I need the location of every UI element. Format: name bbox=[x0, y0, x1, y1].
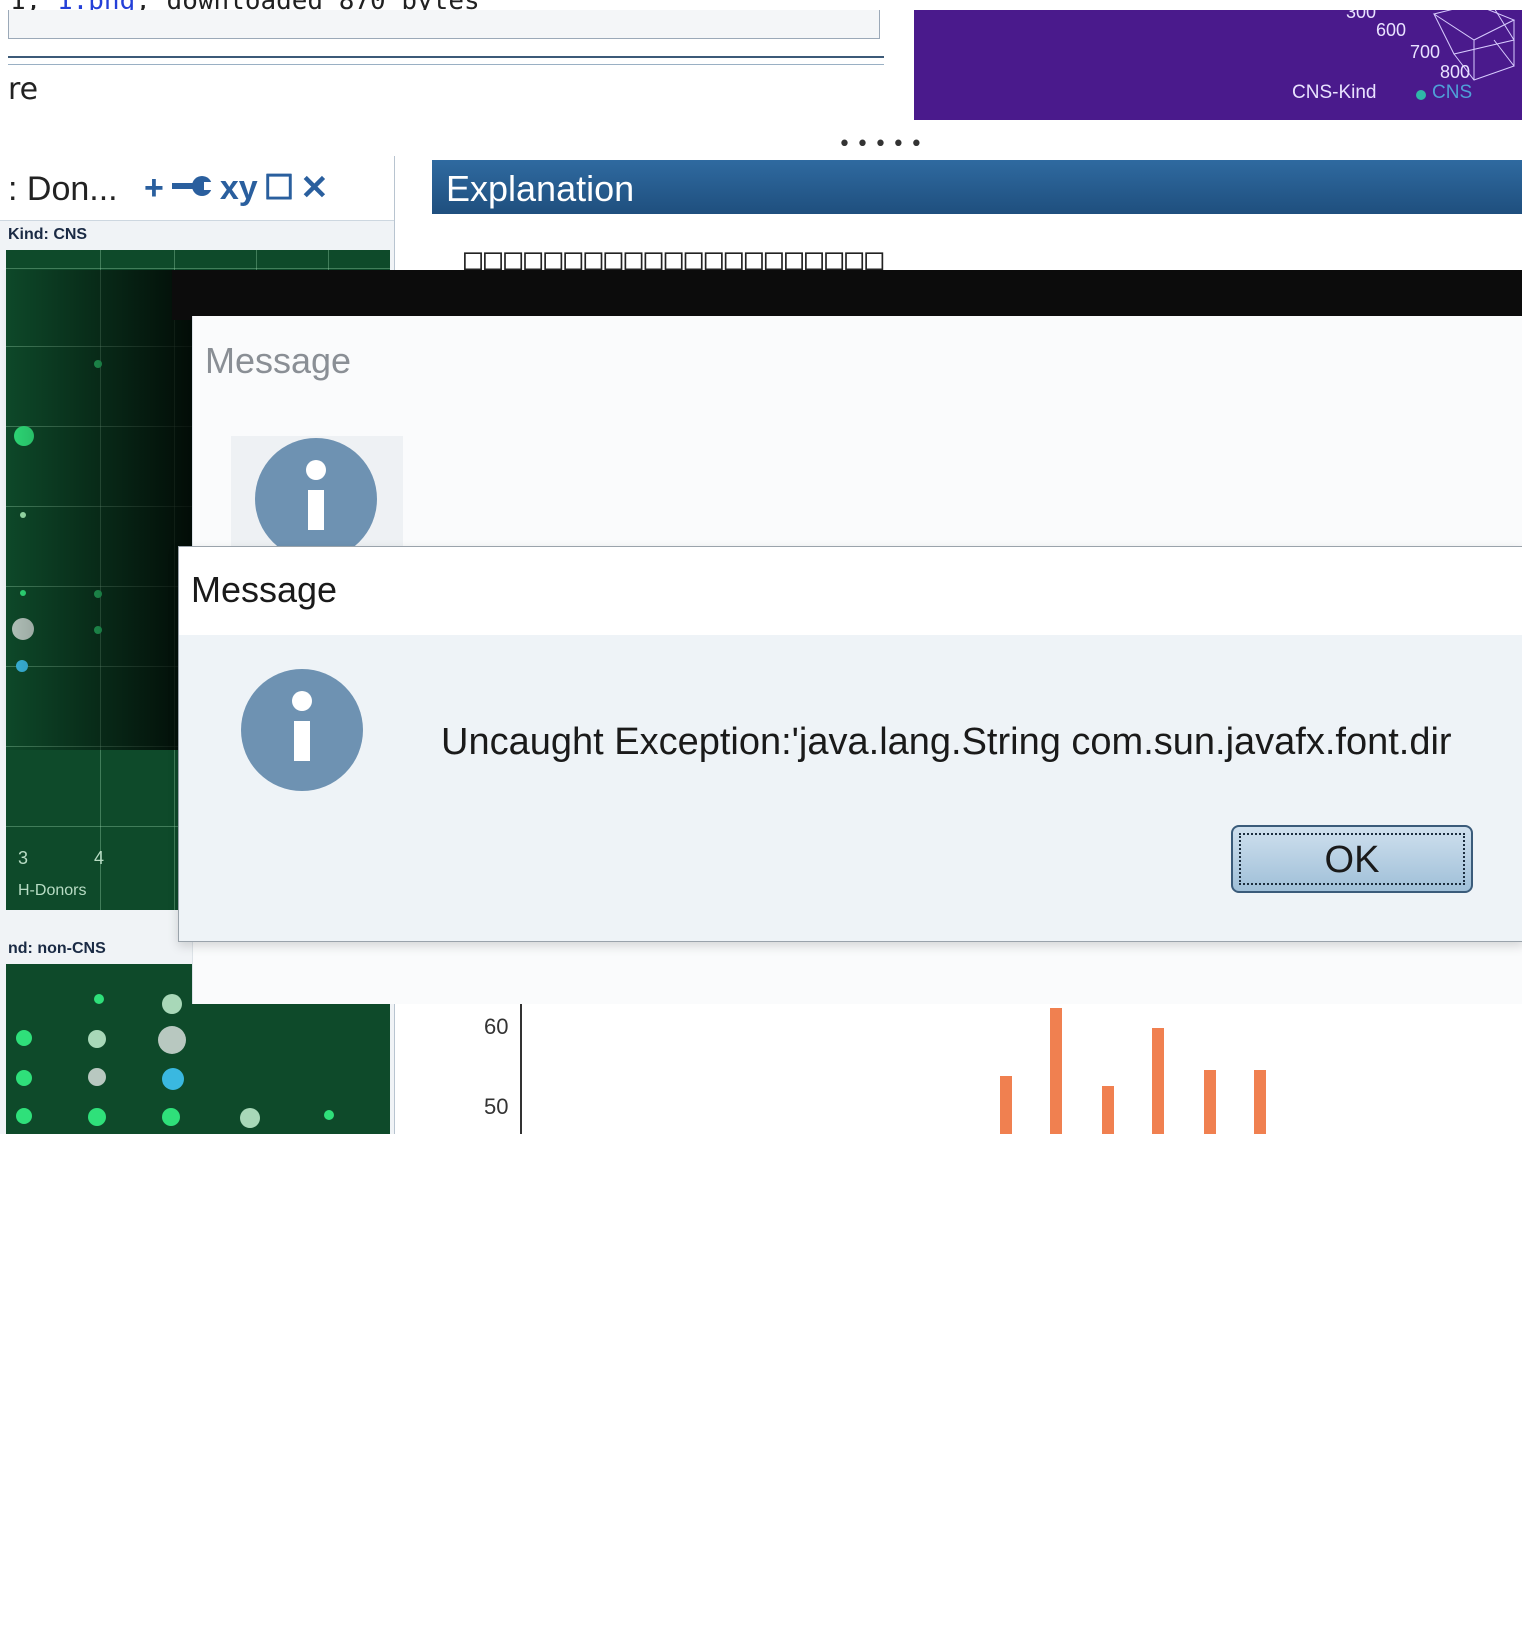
close-icon[interactable]: ✕ bbox=[300, 168, 329, 208]
data-point bbox=[88, 1068, 106, 1086]
file-link[interactable]: 1.png bbox=[57, 0, 135, 10]
data-point bbox=[16, 1030, 32, 1046]
data-point bbox=[158, 1026, 186, 1054]
plot-axes-lines bbox=[1432, 10, 1516, 81]
y-tick-label: 60 bbox=[484, 1014, 509, 1039]
gridline bbox=[6, 1304, 7, 1474]
xy-icon[interactable]: xy bbox=[220, 169, 258, 208]
data-point bbox=[162, 994, 182, 1014]
explanation-title: Explanation bbox=[446, 168, 635, 209]
histogram-bar bbox=[1204, 1070, 1216, 1134]
data-point bbox=[162, 1108, 180, 1126]
histogram-bar bbox=[1000, 1076, 1012, 1134]
divider bbox=[8, 64, 884, 65]
data-point bbox=[162, 1068, 184, 1090]
ok-button-label: OK bbox=[1324, 839, 1380, 881]
explanation-header: Explanation bbox=[432, 160, 1522, 214]
panel-title: : Don... bbox=[8, 170, 118, 208]
gridline bbox=[6, 268, 390, 269]
histogram-bar bbox=[1152, 1028, 1164, 1134]
add-icon[interactable]: + bbox=[144, 169, 164, 208]
gridline bbox=[6, 1474, 7, 1644]
x-tick-label: 4 bbox=[94, 848, 105, 868]
subplot-header: nd: non-CNS bbox=[8, 940, 106, 957]
ok-button[interactable]: OK bbox=[1231, 825, 1473, 893]
data-point bbox=[88, 1030, 106, 1048]
upper-left-panel: re bbox=[0, 10, 900, 120]
data-point bbox=[16, 1070, 32, 1086]
top-text-strip: 1, 1.png, downloaded 870 bytes bbox=[0, 0, 1522, 10]
histogram-bar bbox=[1254, 1070, 1266, 1134]
x-tick-label: 3 bbox=[18, 848, 29, 868]
x-axis-label: H-Donors bbox=[18, 882, 87, 899]
window-shadow bbox=[0, 270, 194, 750]
download-suffix: , downloaded 870 bytes bbox=[135, 0, 479, 10]
info-icon bbox=[241, 669, 363, 791]
data-point bbox=[16, 1108, 32, 1124]
data-point bbox=[88, 1108, 106, 1126]
y-axis-line bbox=[520, 988, 522, 1134]
legend-item: CNS bbox=[1432, 82, 1473, 103]
divider bbox=[8, 56, 884, 58]
upper-input-box[interactable] bbox=[8, 10, 880, 39]
tick-label: 700 bbox=[1410, 42, 1441, 62]
histogram-bar bbox=[1102, 1086, 1114, 1134]
tick-label: 800 bbox=[1440, 62, 1471, 82]
window-shadow bbox=[172, 270, 1522, 320]
info-icon bbox=[255, 438, 377, 560]
data-point bbox=[94, 994, 104, 1004]
data-point bbox=[240, 1108, 260, 1128]
histogram-bar bbox=[1050, 1008, 1062, 1134]
splitter-handle[interactable]: ••••• bbox=[838, 134, 928, 156]
tick-label: 300 bbox=[1346, 10, 1377, 22]
tick-label: 600 bbox=[1376, 20, 1407, 40]
legend-title: CNS-Kind bbox=[1292, 82, 1377, 103]
dialog-title: Message bbox=[191, 569, 338, 610]
message-dialog: Message Uncaught Exception:'java.lang.St… bbox=[178, 546, 1522, 942]
panel-header: : Don... + xy ☐ ✕ bbox=[0, 156, 394, 221]
maximize-icon[interactable]: ☐ bbox=[264, 168, 294, 208]
wrench-icon[interactable] bbox=[170, 169, 216, 208]
subplot-header: Kind: CNS bbox=[8, 226, 88, 243]
dialog-body: Uncaught Exception:'java.lang.String com… bbox=[179, 635, 1522, 941]
histogram-chart[interactable]: 60 50 bbox=[432, 988, 1522, 1134]
3d-scatter-plot[interactable]: 300 600 700 800 CNS-Kind CNS bbox=[914, 10, 1522, 120]
gridline bbox=[6, 1134, 7, 1304]
dialog-title: Message bbox=[205, 340, 352, 381]
download-status: 1, 1.png, downloaded 870 bytes bbox=[10, 0, 480, 10]
gridline bbox=[6, 964, 7, 1134]
panel-label: re bbox=[8, 72, 39, 107]
panel-toolbar: + xy ☐ ✕ bbox=[144, 168, 335, 208]
error-message: Uncaught Exception:'java.lang.String com… bbox=[441, 721, 1452, 763]
y-tick-label: 50 bbox=[484, 1094, 509, 1119]
legend-marker bbox=[1416, 90, 1426, 100]
data-point bbox=[324, 1110, 334, 1120]
download-prefix: 1, bbox=[10, 0, 57, 10]
